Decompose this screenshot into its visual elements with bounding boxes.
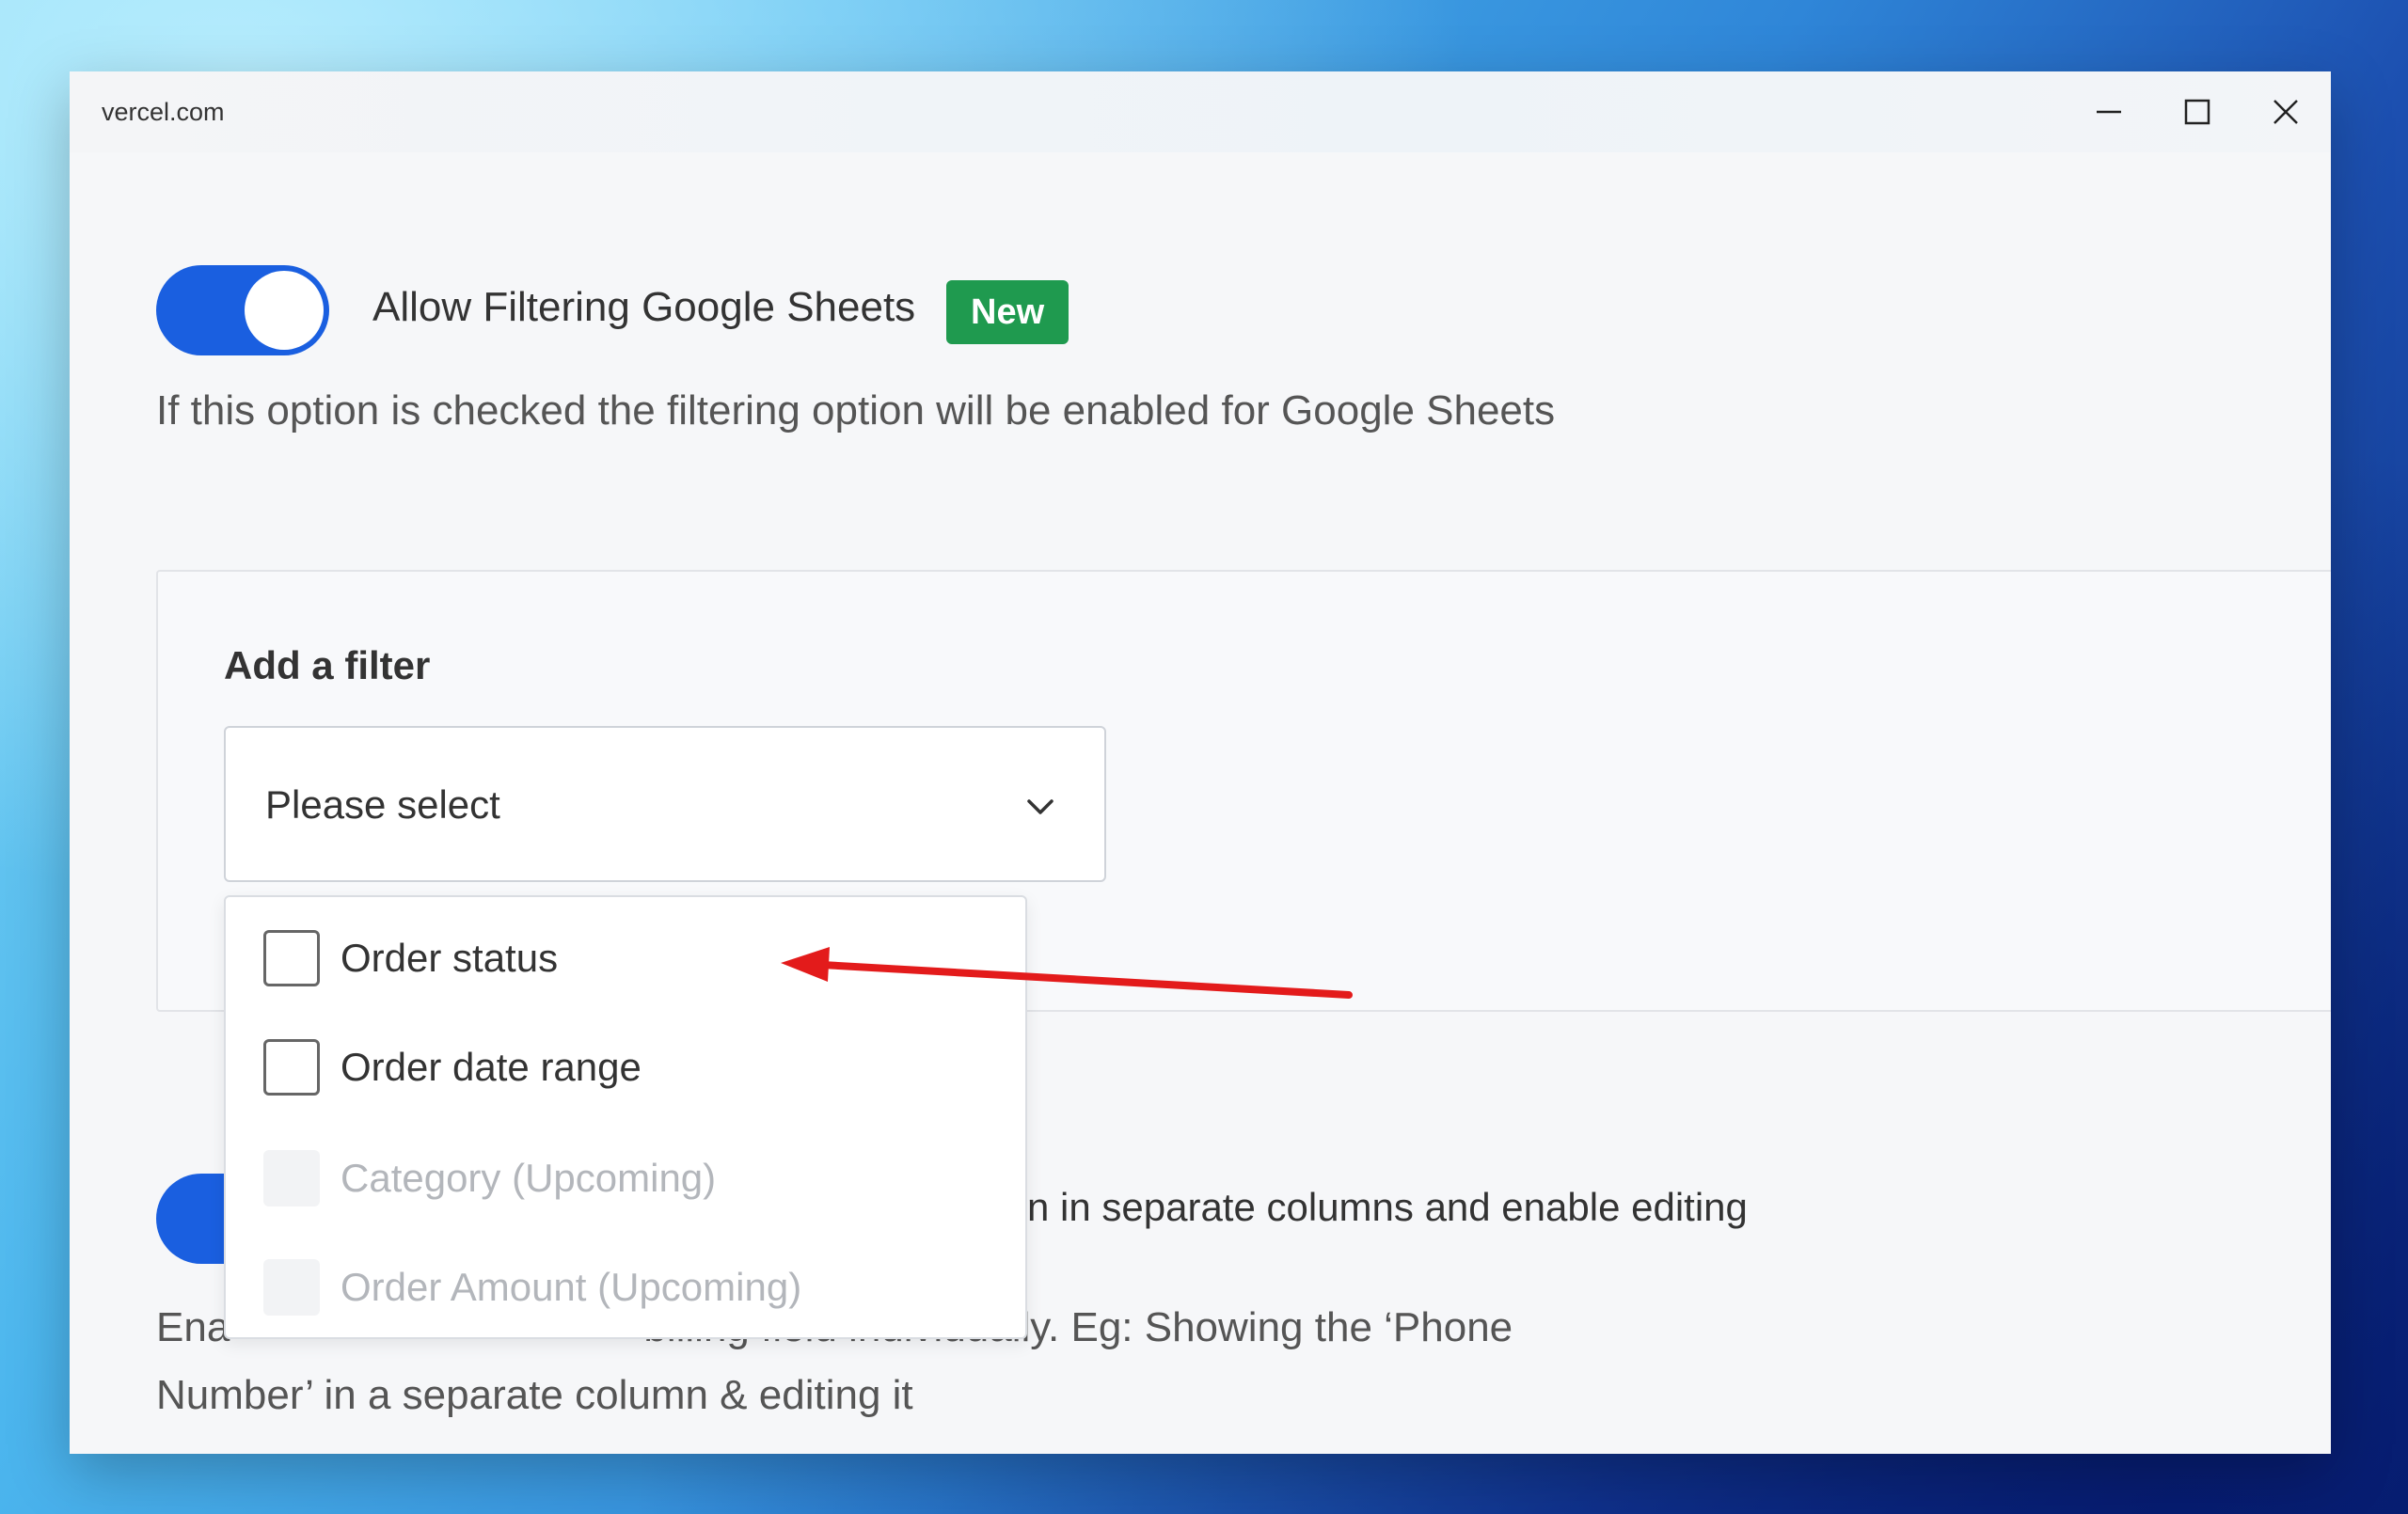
maximize-button[interactable] (2169, 88, 2226, 135)
option-label: Category (Upcoming) (341, 1156, 717, 1200)
option-order-status[interactable]: Order status (263, 925, 997, 991)
checkbox-disabled (263, 1150, 320, 1206)
browser-window: vercel.com Allow Filtering Google Sheets… (70, 71, 2331, 1454)
title-bar: vercel.com (70, 71, 2331, 152)
option-label: Order date range (341, 1045, 642, 1089)
toggle-knob (245, 271, 324, 350)
option-label: Order status (341, 936, 559, 980)
checkbox-disabled (263, 1259, 320, 1316)
separate-columns-label: n in separate columns and enable editing (1027, 1185, 1748, 1229)
filtering-option-description: If this option is checked the filtering … (156, 387, 1556, 434)
filtering-option-label: Allow Filtering Google Sheets (372, 284, 916, 330)
checkbox[interactable] (263, 930, 320, 986)
chevron-down-icon (1027, 799, 1054, 814)
option-order-date-range[interactable]: Order date range (263, 1034, 997, 1100)
option-label: Order Amount (Upcoming) (341, 1265, 802, 1309)
minimize-icon (2097, 110, 2121, 114)
maximize-icon (2184, 99, 2210, 125)
close-icon (2273, 100, 2298, 124)
window-title: vercel.com (102, 98, 225, 126)
description-line-2: Number’ in a separate column & editing i… (156, 1372, 913, 1418)
minimize-button[interactable] (2081, 88, 2137, 135)
new-badge: New (946, 280, 1069, 344)
filter-select[interactable]: Please select (224, 726, 1106, 882)
select-value: Please select (265, 782, 500, 827)
filter-dropdown-menu: Order status Order date range Category (… (224, 895, 1027, 1339)
option-order-amount: Order Amount (Upcoming) (263, 1254, 997, 1320)
checkbox[interactable] (263, 1039, 320, 1096)
page-content: Allow Filtering Google Sheets New If thi… (70, 152, 2331, 1454)
option-category: Category (Upcoming) (263, 1145, 997, 1211)
filtering-toggle[interactable] (156, 265, 329, 355)
close-button[interactable] (2258, 88, 2314, 135)
filter-card-title: Add a filter (224, 643, 431, 687)
